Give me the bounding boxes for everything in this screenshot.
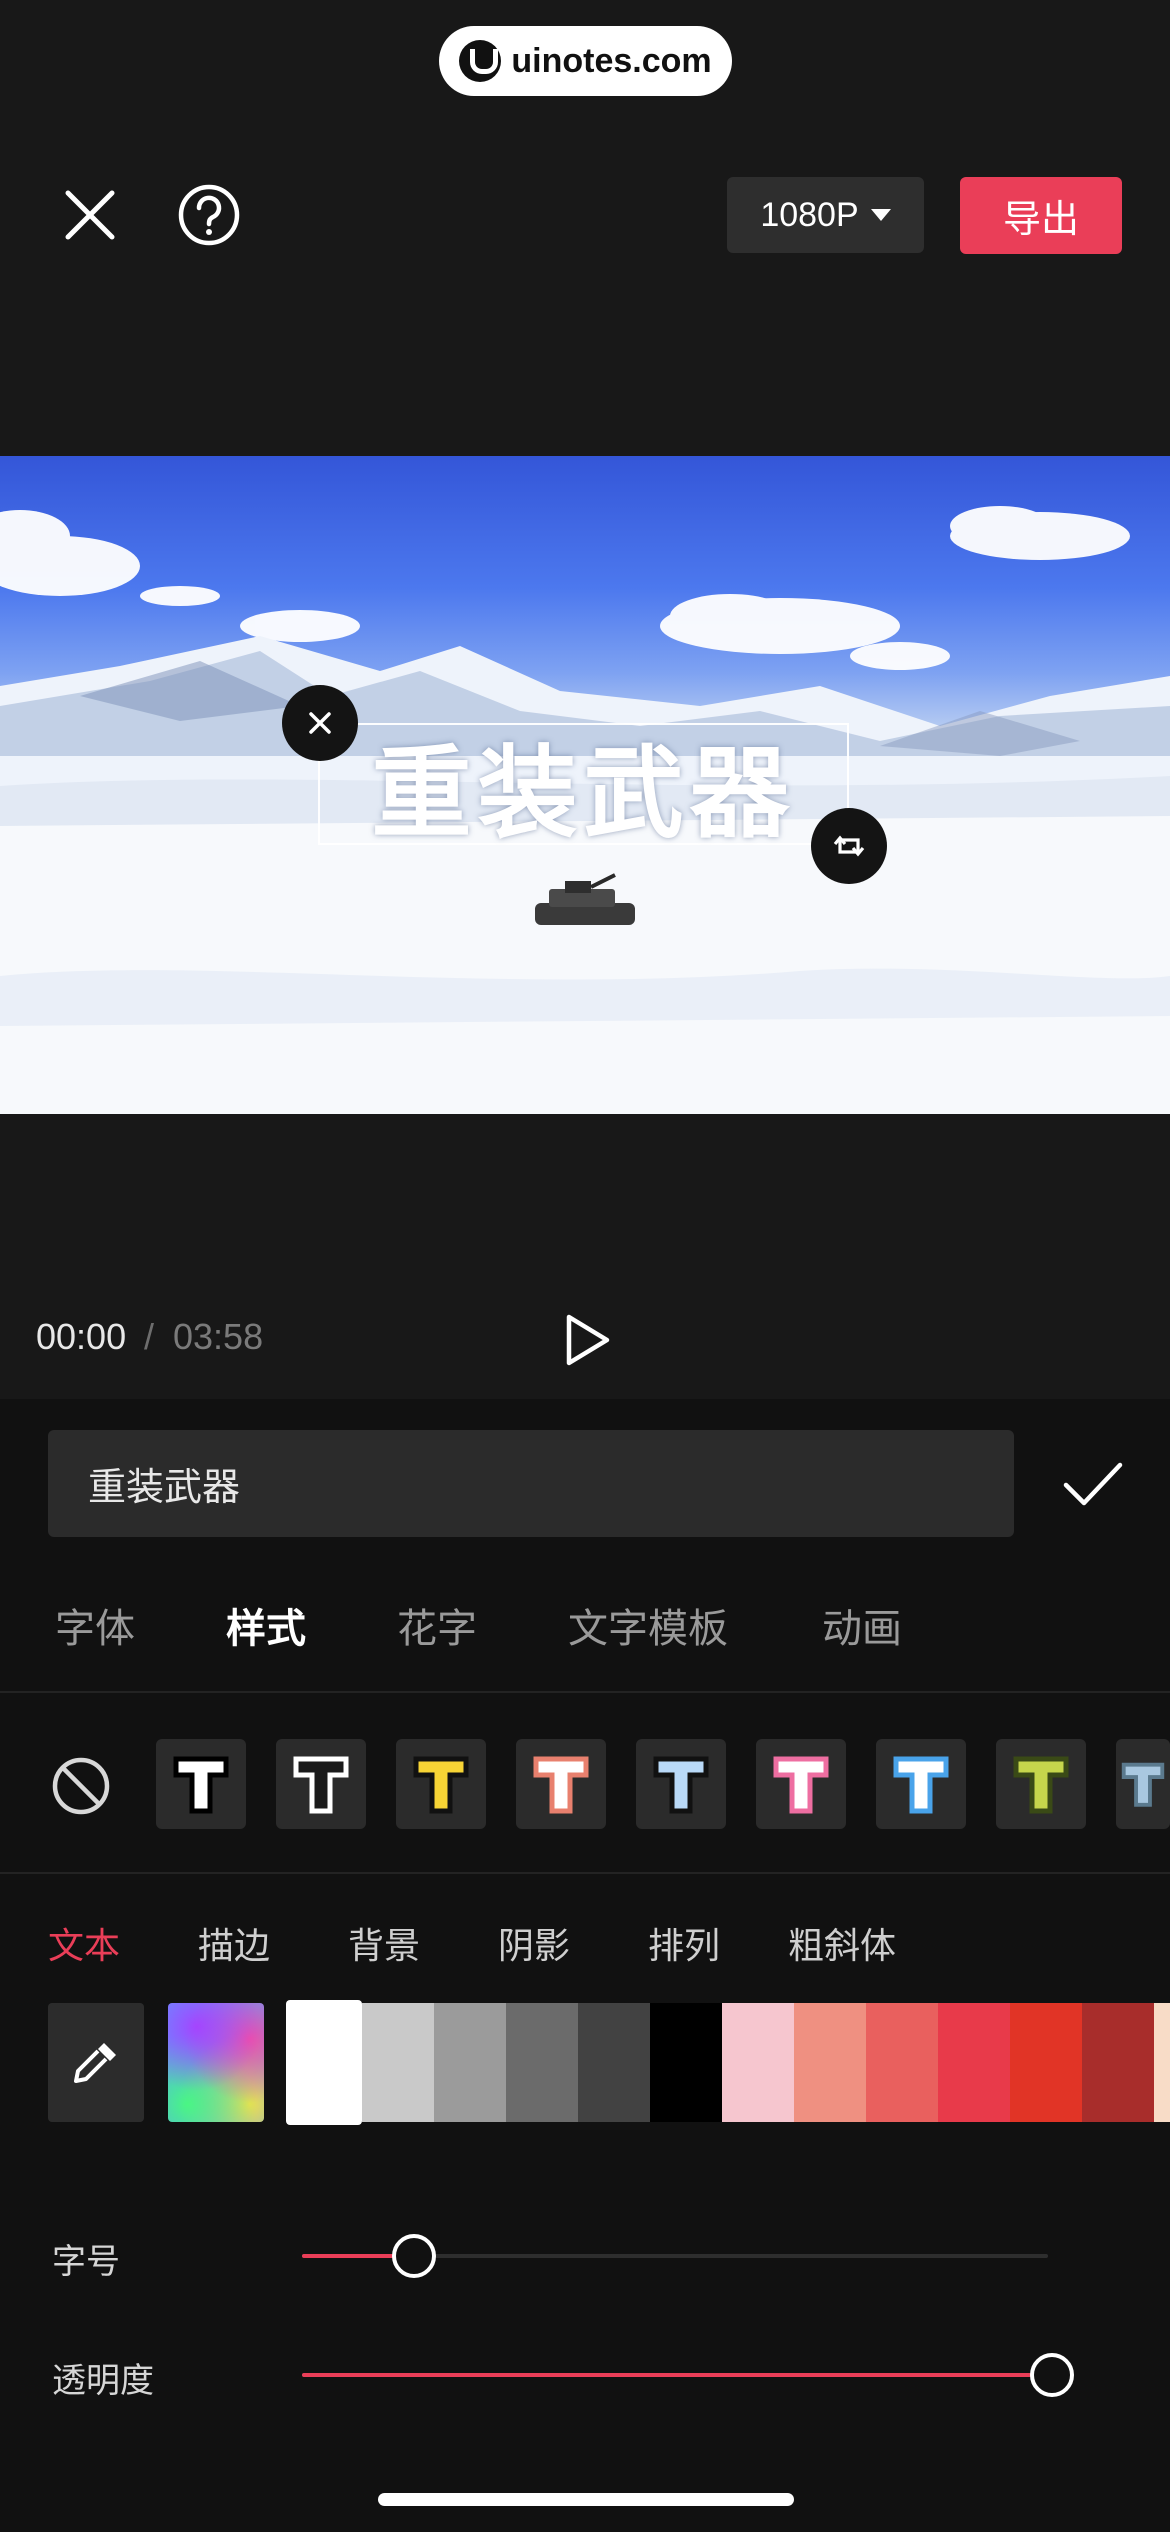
- color-gradient-icon[interactable]: [168, 2003, 264, 2122]
- tab-text-template[interactable]: 文字模板: [568, 1596, 728, 1654]
- color-swatch[interactable]: [1082, 2003, 1154, 2122]
- style-preset-4[interactable]: [516, 1739, 606, 1829]
- help-icon[interactable]: [174, 180, 244, 250]
- text-style-t-icon: [173, 1756, 229, 1814]
- resolution-dropdown[interactable]: 1080P: [727, 177, 924, 253]
- style-preset-7[interactable]: [876, 1739, 966, 1829]
- watermark-badge: uinotes.com: [439, 26, 732, 96]
- subtab-background[interactable]: 背景: [348, 1917, 420, 1969]
- text-style-t-icon: [1121, 1762, 1165, 1807]
- none-icon: [52, 1757, 110, 1815]
- divider: [0, 1872, 1170, 1874]
- eyedropper-icon: [74, 2042, 116, 2083]
- opacity-slider-thumb[interactable]: [1030, 2353, 1074, 2397]
- style-none-button[interactable]: [48, 1753, 114, 1819]
- style-preset-6[interactable]: [756, 1739, 846, 1829]
- close-icon: [309, 712, 331, 734]
- color-swatch[interactable]: [1154, 2003, 1170, 2122]
- style-preset-5[interactable]: [636, 1739, 726, 1829]
- subtab-text[interactable]: 文本: [48, 1917, 120, 1969]
- color-swatch[interactable]: [434, 2003, 506, 2122]
- watermark-text: uinotes.com: [511, 41, 712, 80]
- export-button[interactable]: 导出: [960, 177, 1122, 254]
- play-icon: [566, 1314, 610, 1366]
- opacity-fill: [302, 2373, 1052, 2377]
- font-size-slider-thumb[interactable]: [392, 2234, 436, 2278]
- subtab-arrangement[interactable]: 排列: [648, 1917, 720, 1969]
- text-style-t-icon: [1013, 1756, 1069, 1814]
- color-swatch[interactable]: [1010, 2003, 1082, 2122]
- text-style-t-icon: [773, 1756, 829, 1814]
- delete-text-button[interactable]: [282, 685, 358, 761]
- color-swatch[interactable]: [650, 2003, 722, 2122]
- check-icon: [1063, 1462, 1123, 1506]
- text-style-t-icon: [653, 1756, 709, 1814]
- color-swatch[interactable]: [722, 2003, 794, 2122]
- rotate-scale-handle[interactable]: [811, 808, 887, 884]
- color-swatch[interactable]: [866, 2003, 938, 2122]
- tab-animation[interactable]: 动画: [822, 1596, 902, 1654]
- color-swatch[interactable]: [938, 2003, 1010, 2122]
- style-preset-2[interactable]: [276, 1739, 366, 1829]
- home-indicator: [378, 2493, 794, 2506]
- uinotes-logo-icon: [459, 40, 502, 82]
- time-separator: /: [144, 1316, 155, 1357]
- text-style-t-icon: [413, 1756, 469, 1814]
- eyedropper-button[interactable]: [48, 2003, 144, 2122]
- style-preset-3[interactable]: [396, 1739, 486, 1829]
- divider: [0, 1691, 1170, 1693]
- subtab-stroke[interactable]: 描边: [198, 1917, 270, 1969]
- chevron-down-icon: [870, 209, 891, 221]
- font-size-label: 字号: [52, 2242, 120, 2282]
- color-swatch[interactable]: [286, 2000, 362, 2125]
- color-swatch[interactable]: [578, 2003, 650, 2122]
- overlay-text: 重装武器: [371, 734, 796, 852]
- color-swatch[interactable]: [362, 2003, 434, 2122]
- opacity-label: 透明度: [52, 2361, 154, 2401]
- text-style-t-icon: [533, 1756, 589, 1814]
- current-time: 00:00: [36, 1316, 127, 1357]
- tab-fancy-text[interactable]: 花字: [397, 1596, 477, 1654]
- text-style-t-icon: [893, 1756, 949, 1814]
- rotate-scale-icon: [833, 835, 865, 857]
- text-content-field[interactable]: 重装武器: [48, 1430, 1014, 1537]
- text-overlay-box[interactable]: 重装武器: [318, 723, 849, 852]
- total-time: 03:58: [173, 1316, 264, 1357]
- color-swatch[interactable]: [794, 2003, 866, 2122]
- tab-font[interactable]: 字体: [55, 1596, 135, 1654]
- subtab-bold-italic[interactable]: 粗斜体: [788, 1917, 896, 1969]
- text-style-t-icon: [293, 1756, 349, 1814]
- style-preset-1[interactable]: [156, 1739, 246, 1829]
- confirm-button[interactable]: [1058, 1455, 1128, 1515]
- style-preset-9[interactable]: [1116, 1739, 1170, 1829]
- tab-style[interactable]: 样式: [226, 1596, 306, 1654]
- subtab-shadow[interactable]: 阴影: [498, 1917, 570, 1969]
- close-icon[interactable]: [55, 180, 125, 250]
- play-button[interactable]: [557, 1310, 617, 1370]
- text-edit-panel: [0, 1399, 1170, 2532]
- resolution-label: 1080P: [760, 195, 859, 234]
- style-preset-8[interactable]: [996, 1739, 1086, 1829]
- color-swatch[interactable]: [506, 2003, 578, 2122]
